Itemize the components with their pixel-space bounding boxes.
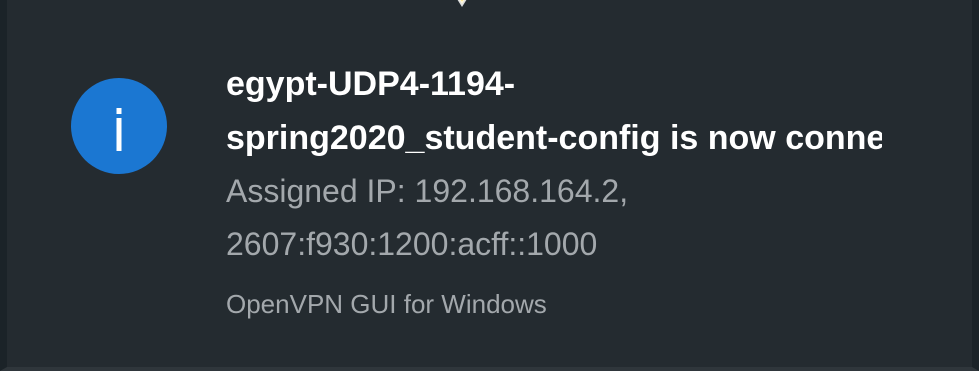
- notification-body: Assigned IP: 192.168.164.2, 2607:f930:12…: [226, 165, 882, 271]
- assigned-ip-line-1: Assigned IP: 192.168.164.2,: [226, 173, 629, 209]
- notification-title: egypt-UDP4-1194- spring2020_student-conf…: [226, 57, 882, 165]
- source-app-label: OpenVPN GUI for Windows: [226, 289, 547, 319]
- vpn-connected-toast[interactable]: egypt-UDP4-1194- spring2020_student-conf…: [0, 0, 979, 371]
- assigned-ip-line-2: 2607:f930:1200:acff::1000: [226, 226, 598, 262]
- notification-content: egypt-UDP4-1194- spring2020_student-conf…: [226, 57, 882, 321]
- info-icon: [71, 78, 167, 174]
- notification-title-line-1: egypt-UDP4-1194-: [226, 65, 516, 103]
- notification-title-line-2: spring2020_student-config is now connect…: [226, 119, 882, 157]
- openvpn-icon: [448, 0, 476, 8]
